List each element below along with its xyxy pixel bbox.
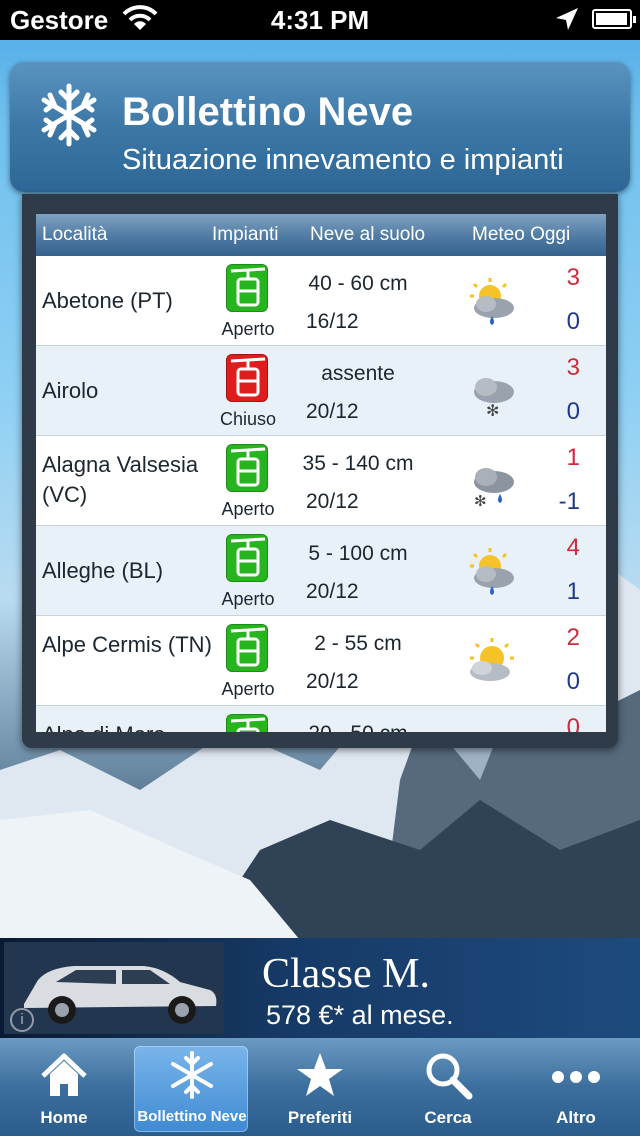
lift-status: Aperto	[221, 589, 275, 609]
resort-name: Airolo	[42, 378, 99, 403]
table-header: Località Impianti Neve al suolo Meteo Og…	[36, 214, 606, 256]
page-title: Bollettino Neve	[122, 90, 414, 134]
status-bar: Gestore 4:31 PM	[0, 0, 640, 40]
car-image	[4, 942, 224, 1034]
cable-car-open-icon	[226, 444, 268, 492]
report-date: 20/12	[306, 400, 359, 423]
resort-name: Alagna Valsesia (VC)	[42, 452, 199, 507]
snowflake-logo-icon	[41, 83, 97, 147]
resort-name: Abetone (PT)	[42, 288, 173, 313]
temperature-min: 0	[566, 308, 580, 335]
snow-depth: 2 - 55 cm	[314, 632, 402, 655]
resort-name: Alleghe (BL)	[42, 558, 164, 583]
cable-car-open-icon	[226, 624, 268, 672]
temperature-max: 3	[566, 354, 580, 381]
resort-name: Alpe di Mera	[42, 720, 222, 732]
app-header: Bollettino Neve Situazione innevamento e…	[10, 62, 630, 192]
snow-report-panel: Località Impianti Neve al suolo Meteo Og…	[22, 194, 618, 748]
snow-depth: assente	[321, 362, 395, 385]
home-icon	[41, 1053, 87, 1096]
report-date: 20/12	[306, 490, 359, 513]
lift-status: Aperto	[221, 679, 275, 699]
snow-depth: 35 - 140 cm	[302, 452, 414, 475]
temperature-min: 0	[566, 668, 580, 695]
tab-label: Altro	[556, 1108, 596, 1127]
cable-car-open-icon	[226, 534, 268, 582]
table-row[interactable]: Alpe di Mera 20 - 50 cm 0	[36, 706, 606, 732]
lift-status: Chiuso	[219, 409, 277, 429]
table-row[interactable]: Alpe Cermis (TN) Aperto 2 - 55 cm 20/12 …	[36, 616, 606, 706]
search-icon	[426, 1053, 473, 1100]
snow-depth: 40 - 60 cm	[308, 272, 408, 295]
info-icon[interactable]: i	[10, 1008, 34, 1032]
svg-text:✻: ✻	[474, 492, 487, 510]
cloud-snow-icon: ✻	[474, 378, 514, 420]
cable-car-open-icon	[226, 714, 268, 732]
tab-preferiti[interactable]: Preferiti	[256, 1038, 384, 1136]
tab-home[interactable]: Home	[0, 1038, 128, 1136]
column-header-snow: Neve al suolo	[310, 224, 426, 245]
battery-icon	[592, 9, 636, 29]
temperature-max: 3	[566, 264, 580, 291]
temperature-max: 4	[566, 534, 580, 561]
ad-banner[interactable]: i Classe M. 578 €* al mese.	[0, 938, 640, 1038]
temperature-max: 2	[566, 624, 580, 651]
temperature-min: -1	[558, 488, 580, 515]
cloud-sleet-icon: ✻	[474, 468, 514, 510]
temperature-min: 1	[566, 578, 580, 605]
report-date: 20/12	[306, 580, 359, 603]
clock: 4:31 PM	[270, 5, 370, 35]
report-date: 16/12	[306, 310, 359, 333]
ad-price: 578 €* al mese.	[266, 1000, 454, 1030]
resort-name: Alpe Cermis (TN)	[42, 632, 212, 657]
resort-list[interactable]: Abetone (PT) Aperto 40 - 60 cm 16/12 3 0…	[36, 256, 606, 732]
more-icon	[552, 1071, 600, 1083]
tab-bollettino-neve[interactable]: Bollettino Neve	[128, 1038, 256, 1136]
snowflake-icon	[171, 1051, 213, 1099]
cable-car-closed-icon	[226, 354, 268, 402]
page-subtitle: Situazione innevamento e impianti	[122, 144, 564, 176]
cable-car-open-icon	[226, 264, 268, 312]
lift-status: Aperto	[221, 499, 275, 519]
sun-rain-icon	[470, 278, 514, 325]
column-header-lifts: Impianti	[212, 224, 279, 245]
tab-label: Cerca	[424, 1108, 472, 1127]
svg-text:✻: ✻	[486, 401, 499, 420]
temperature-max: 1	[566, 444, 580, 471]
tab-label: Preferiti	[287, 1108, 353, 1127]
report-date: 20/12	[306, 670, 359, 693]
table-row[interactable]: Alleghe (BL) Aperto 5 - 100 cm 20/12 4 1	[36, 526, 606, 616]
tab-label: Home	[40, 1108, 88, 1127]
lift-status: Aperto	[221, 319, 275, 339]
table-row[interactable]: Abetone (PT) Aperto 40 - 60 cm 16/12 3 0	[36, 256, 606, 346]
column-header-weather: Meteo Oggi	[472, 224, 571, 245]
column-header-locality: Località	[42, 224, 108, 245]
table-row[interactable]: Airolo Chiuso assente 20/12 ✻ 3 0	[36, 346, 606, 436]
snow-depth: 20 - 50 cm	[298, 722, 418, 732]
sun-rain-icon	[470, 548, 514, 595]
table-row[interactable]: Alagna Valsesia (VC) Aperto 35 - 140 cm …	[36, 436, 606, 526]
temperature-max: 0	[566, 714, 580, 732]
tab-altro[interactable]: Altro	[512, 1038, 640, 1136]
tab-bar: Home Bollettino Neve Preferiti Cerca Alt…	[0, 1038, 640, 1136]
partly-cloudy-icon	[470, 638, 514, 681]
tab-cerca[interactable]: Cerca	[384, 1038, 512, 1136]
snow-depth: 5 - 100 cm	[308, 542, 408, 565]
temperature-min: 0	[566, 398, 580, 425]
tab-label: Bollettino Neve	[137, 1108, 247, 1125]
ad-headline: Classe M.	[262, 951, 430, 997]
star-icon	[297, 1053, 343, 1096]
location-icon	[556, 8, 578, 30]
